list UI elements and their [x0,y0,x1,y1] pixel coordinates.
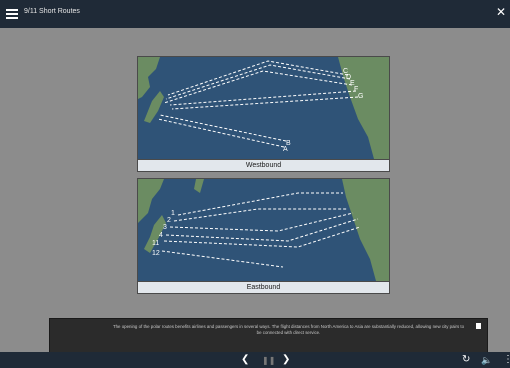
route-label-11: 11 [152,240,159,247]
close-icon[interactable]: ✕ [496,5,506,19]
pause-icon[interactable]: ❚❚ [262,355,275,367]
narration-text: The opening of the polar routes benefits… [112,324,465,335]
route-label-f: F [354,86,358,93]
route-label-a: A [283,146,288,153]
route-label-g: G [358,93,363,100]
eastbound-map: 1 2 3 4 11 12 [138,179,389,281]
eastbound-map-panel: 1 2 3 4 11 12 Eastbound [137,178,390,294]
replay-icon[interactable]: ↻ [462,354,470,366]
forward-icon[interactable]: ❯ [282,354,290,366]
back-icon[interactable]: ❮ [241,354,249,366]
westbound-map-panel: C D E F G B A Westbound [137,56,390,172]
more-icon[interactable]: ⋮ [503,354,510,366]
volume-icon[interactable]: 🔈 [481,354,492,366]
route-label-12: 12 [152,250,160,257]
app-title: 9/11 Short Routes [24,8,80,15]
westbound-caption: Westbound [138,159,389,171]
route-label-3: 3 [163,224,167,231]
route-label-1: 1 [171,210,175,217]
player-control-bar: ❮ ❚❚ ❯ ↻ 🔈 ⋮ [0,352,510,368]
eastbound-caption: Eastbound [138,281,389,293]
menu-icon[interactable] [6,7,18,19]
narration-caption-box: The opening of the polar routes benefits… [49,318,488,353]
route-label-2: 2 [167,217,171,224]
top-bar: 9/11 Short Routes ✕ [0,0,510,28]
route-label-4: 4 [159,232,163,239]
westbound-map: C D E F G B A [138,57,389,159]
transcript-icon[interactable] [476,323,481,329]
